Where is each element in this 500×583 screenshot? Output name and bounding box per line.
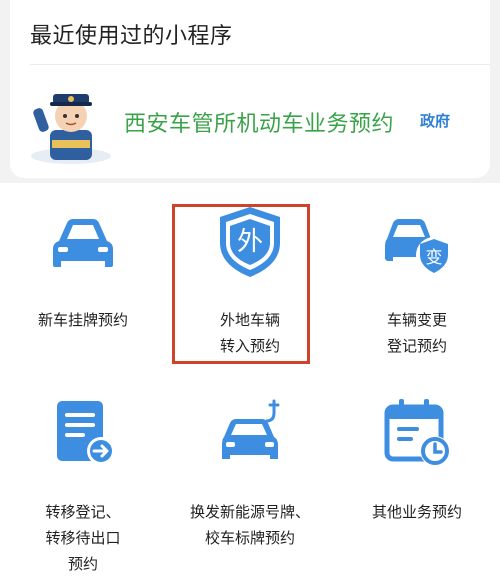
service-grid: 新车挂牌预约 外 外地车辆 转入预约 变 车辆变更 登记预约 转移登记、 转移待… bbox=[0, 183, 500, 583]
service-label: 新车挂牌预约 bbox=[37, 311, 128, 329]
service-label: 外地车辆 转入预约 bbox=[219, 311, 280, 355]
service-label: 车辆变更 登记预约 bbox=[386, 311, 447, 355]
police-mascot-icon bbox=[31, 94, 111, 164]
recent-mini-programs-card: 最近使用过的小程序 西安车管所机动车业务预约 政府 bbox=[10, 0, 490, 178]
service-tile-other-services[interactable]: 其他业务预约 bbox=[334, 375, 500, 575]
mini-program-name: 西安车管所机动车业务预约 bbox=[124, 112, 395, 137]
mini-program-item[interactable]: 西安车管所机动车业务预约 政府 bbox=[10, 66, 490, 178]
document-transfer-icon bbox=[45, 395, 121, 471]
service-tile-transfer-registration[interactable]: 转移登记、 转移待出口 预约 bbox=[0, 375, 166, 575]
recent-section-title: 最近使用过的小程序 bbox=[30, 24, 233, 49]
svg-text:外: 外 bbox=[237, 227, 263, 257]
service-tile-vehicle-change[interactable]: 变 车辆变更 登记预约 bbox=[334, 183, 500, 383]
shield-wai-icon: 外 bbox=[212, 203, 288, 279]
divider bbox=[30, 64, 490, 65]
service-label: 其他业务预约 bbox=[371, 503, 462, 521]
government-badge: 政府 bbox=[420, 112, 451, 130]
calendar-clock-icon bbox=[379, 395, 455, 471]
service-tile-new-energy-plate[interactable]: 换发新能源号牌、 校车标牌预约 bbox=[167, 375, 333, 575]
service-tile-out-of-town-transfer[interactable]: 外 外地车辆 转入预约 bbox=[167, 183, 333, 383]
svg-text:变: 变 bbox=[426, 248, 443, 268]
car-change-icon: 变 bbox=[379, 203, 455, 279]
car-icon bbox=[45, 203, 121, 279]
service-tile-new-car-plate[interactable]: 新车挂牌预约 bbox=[0, 183, 166, 383]
service-label: 换发新能源号牌、 校车标牌预约 bbox=[189, 503, 310, 547]
ev-car-icon bbox=[212, 395, 288, 471]
service-label: 转移登记、 转移待出口 预约 bbox=[45, 503, 121, 573]
